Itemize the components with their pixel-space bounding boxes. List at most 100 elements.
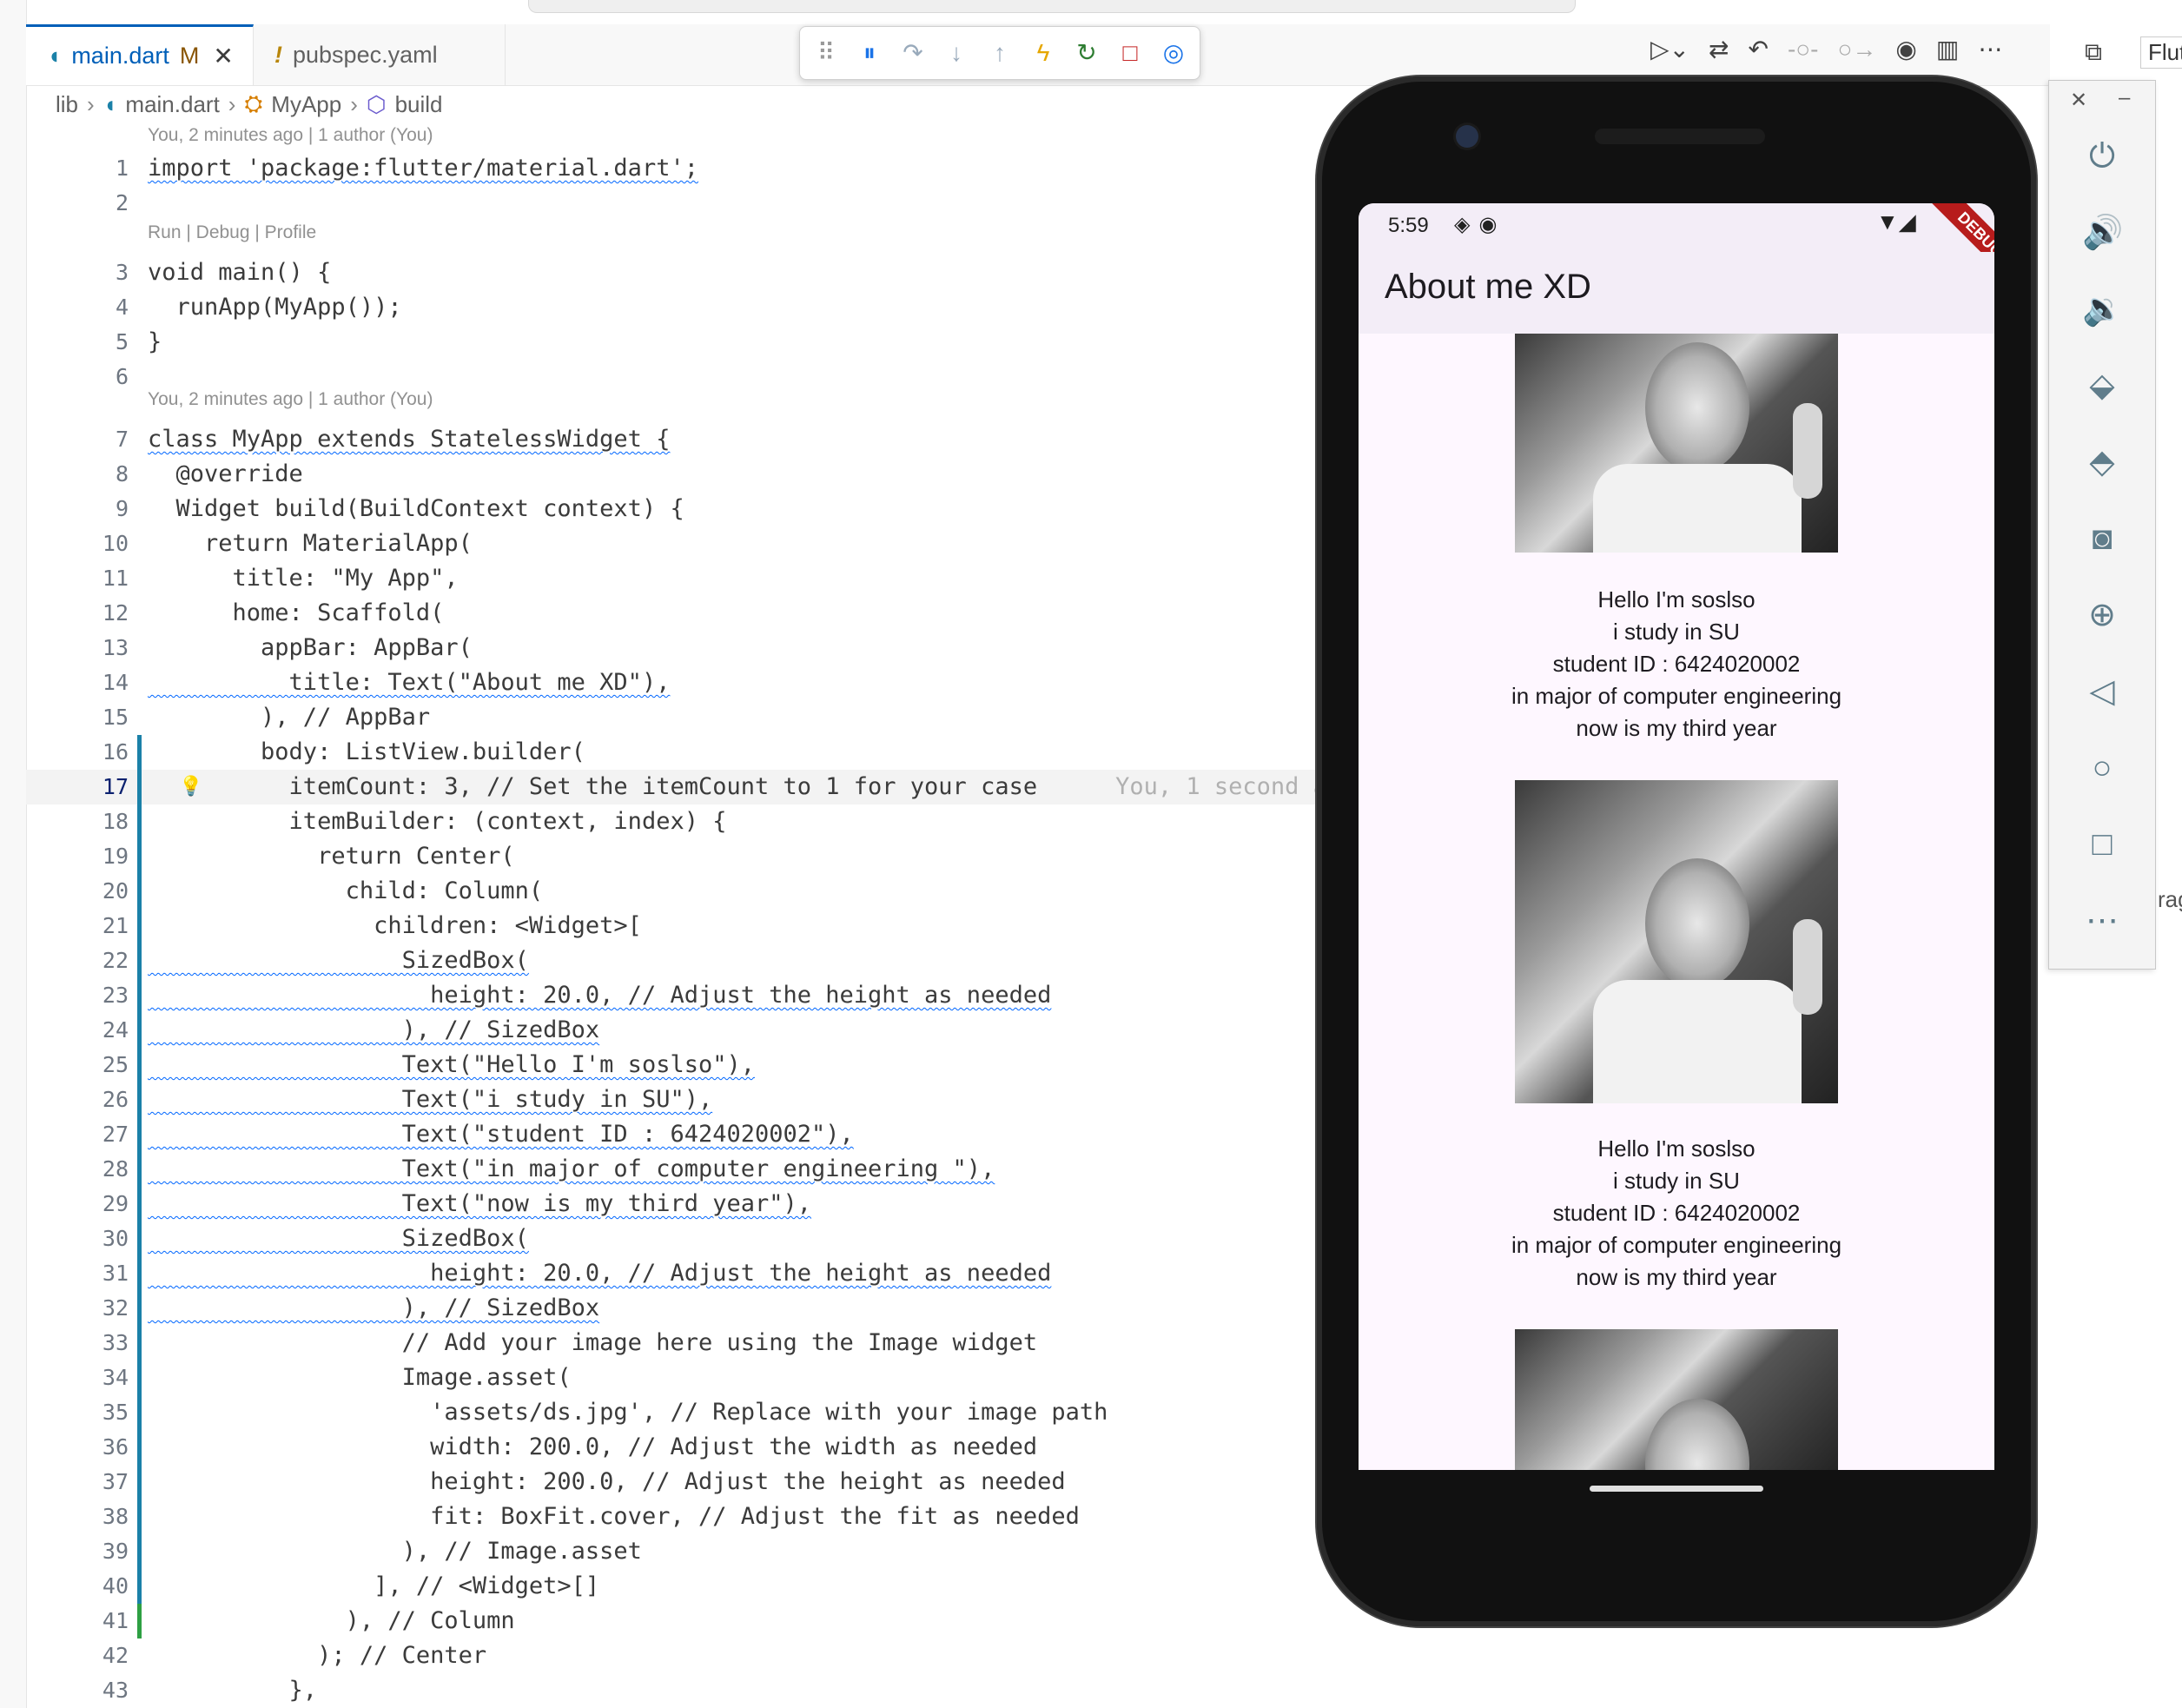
code-line[interactable]: 24 ), // SizedBox <box>26 1013 1320 1048</box>
code-line[interactable]: 1 import 'package:flutter/material.dart'; <box>26 151 1320 186</box>
line-number[interactable]: 34 <box>52 1360 129 1395</box>
commit-next-icon[interactable]: ○→ <box>1838 36 1877 63</box>
git-change-marker[interactable] <box>137 1430 142 1465</box>
line-number[interactable]: 8 <box>52 457 129 492</box>
minimize-icon[interactable]: – <box>2119 86 2130 110</box>
code-text[interactable]: SizedBox( <box>148 1221 529 1256</box>
back-icon[interactable]: ◁ <box>2082 672 2122 712</box>
line-number[interactable]: 22 <box>52 943 129 978</box>
code-text[interactable]: child: Column( <box>148 874 544 909</box>
tab-pubspec-yaml[interactable]: ! pubspec.yaml <box>254 24 506 85</box>
code-line[interactable]: 27 Text("student ID : 6424020002"), <box>26 1117 1320 1152</box>
code-line[interactable]: 25 Text("Hello I'm soslso"), <box>26 1048 1320 1082</box>
lightbulb-icon[interactable]: 💡 <box>179 770 202 804</box>
git-change-marker[interactable] <box>137 770 142 804</box>
git-change-marker[interactable] <box>137 1326 142 1360</box>
code-text[interactable]: }, <box>148 1673 318 1708</box>
code-line[interactable]: 5} <box>26 325 1320 360</box>
device-preview-icon[interactable]: ⧉ <box>2085 38 2102 67</box>
line-number[interactable]: 17 <box>52 770 129 804</box>
code-text[interactable]: ], // <Widget>[] <box>148 1569 599 1604</box>
code-text[interactable]: appBar: AppBar( <box>148 631 473 665</box>
line-number[interactable]: 7 <box>52 422 129 457</box>
code-text[interactable]: itemBuilder: (context, index) { <box>148 804 727 839</box>
git-change-marker[interactable] <box>137 909 142 943</box>
line-number[interactable]: 25 <box>52 1048 129 1082</box>
code-text[interactable]: height: 20.0, // Adjust the height as ne… <box>148 978 1051 1013</box>
code-line[interactable]: 43 }, <box>26 1673 1320 1708</box>
volume-down-icon[interactable]: 🔉 <box>2082 289 2123 329</box>
line-number[interactable]: 16 <box>52 735 129 770</box>
line-number[interactable]: 31 <box>52 1256 129 1291</box>
code-line[interactable]: 36 width: 200.0, // Adjust the width as … <box>26 1430 1320 1465</box>
line-number[interactable]: 14 <box>52 665 129 700</box>
overview-icon[interactable]: □ <box>2082 824 2122 864</box>
home-icon[interactable]: ○ <box>2082 748 2122 788</box>
git-change-marker[interactable] <box>137 1048 142 1082</box>
git-change-marker[interactable] <box>137 1534 142 1569</box>
git-change-marker[interactable] <box>137 1604 142 1638</box>
pause-icon[interactable]: ⏸ <box>856 38 883 68</box>
git-change-marker[interactable] <box>137 1499 142 1534</box>
line-number[interactable]: 11 <box>52 561 129 596</box>
stop-icon[interactable]: □ <box>1116 38 1144 68</box>
code-text[interactable]: return Center( <box>148 839 515 874</box>
line-number[interactable]: 28 <box>52 1152 129 1187</box>
code-text[interactable]: title: "My App", <box>148 561 459 596</box>
code-line[interactable]: 34 Image.asset( <box>26 1360 1320 1395</box>
code-line[interactable]: 6 <box>26 360 1320 394</box>
code-line[interactable]: 41 ), // Column <box>26 1604 1320 1638</box>
code-line[interactable]: 10 return MaterialApp( <box>26 526 1320 561</box>
code-line[interactable]: 15 ), // AppBar <box>26 700 1320 735</box>
code-line[interactable]: 31 height: 20.0, // Adjust the height as… <box>26 1256 1320 1291</box>
code-line[interactable]: 7 class MyApp extends StatelessWidget { <box>26 422 1320 457</box>
line-number[interactable]: 38 <box>52 1499 129 1534</box>
git-change-marker[interactable] <box>137 1291 142 1326</box>
line-number[interactable]: 36 <box>52 1430 129 1465</box>
line-number[interactable]: 24 <box>52 1013 129 1048</box>
code-text[interactable]: } <box>148 325 162 360</box>
camera-icon[interactable]: ◙ <box>2082 519 2122 559</box>
code-text[interactable]: ); // Center <box>148 1638 486 1673</box>
git-change-marker[interactable] <box>137 978 142 1013</box>
code-line[interactable]: 19 return Center( <box>26 839 1320 874</box>
code-text[interactable]: itemCount: 3, // Set the itemCount to 1 … <box>148 770 1356 804</box>
code-line[interactable]: 30 SizedBox( <box>26 1221 1320 1256</box>
line-number[interactable]: 40 <box>52 1569 129 1604</box>
code-line[interactable]: 2 <box>26 186 1320 221</box>
code-text[interactable]: ), // SizedBox <box>148 1013 600 1048</box>
code-line[interactable]: 3 void main() { <box>26 255 1320 290</box>
code-line[interactable]: 18 itemBuilder: (context, index) { <box>26 804 1320 839</box>
line-number[interactable]: 10 <box>52 526 129 561</box>
code-text[interactable]: Image.asset( <box>148 1360 572 1395</box>
code-text[interactable]: body: ListView.builder( <box>148 735 585 770</box>
hot-reload-icon[interactable]: ϟ <box>1029 38 1057 68</box>
code-line[interactable]: 37 height: 200.0, // Adjust the height a… <box>26 1465 1320 1499</box>
code-text[interactable]: // Add your image here using the Image w… <box>148 1326 1038 1360</box>
line-number[interactable]: 2 <box>52 186 129 221</box>
code-line[interactable]: 13 appBar: AppBar( <box>26 631 1320 665</box>
code-line[interactable]: 23 height: 20.0, // Adjust the height as… <box>26 978 1320 1013</box>
git-change-marker[interactable] <box>137 874 142 909</box>
code-text[interactable]: Text("in major of computer engineering "… <box>148 1152 995 1187</box>
code-text[interactable]: fit: BoxFit.cover, // Adjust the fit as … <box>148 1499 1080 1534</box>
line-number[interactable]: 9 <box>52 492 129 526</box>
line-number[interactable]: 39 <box>52 1534 129 1569</box>
code-text[interactable]: Text("now is my third year"), <box>148 1187 811 1221</box>
code-text[interactable]: home: Scaffold( <box>148 596 445 631</box>
code-line[interactable]: 26 Text("i study in SU"), <box>26 1082 1320 1117</box>
code-text[interactable]: SizedBox( <box>148 943 529 978</box>
power-icon[interactable]: ⏻ <box>2082 136 2122 176</box>
rotate-right-icon[interactable]: ⬘ <box>2082 442 2122 482</box>
code-text[interactable]: import 'package:flutter/material.dart'; <box>148 151 698 186</box>
drag-handle-icon[interactable]: ⠿ <box>812 38 840 68</box>
code-line[interactable]: 20 child: Column( <box>26 874 1320 909</box>
code-text[interactable]: ), // SizedBox <box>148 1291 600 1326</box>
line-number[interactable]: 21 <box>52 909 129 943</box>
line-number[interactable]: 26 <box>52 1082 129 1117</box>
code-line[interactable]: 40 ], // <Widget>[] <box>26 1569 1320 1604</box>
code-text[interactable]: ), // Image.asset <box>148 1534 642 1569</box>
line-number[interactable]: 30 <box>52 1221 129 1256</box>
more-icon[interactable]: ⋯ <box>2082 901 2122 941</box>
flutter-panel-tab[interactable]: Flut <box>2140 36 2182 69</box>
